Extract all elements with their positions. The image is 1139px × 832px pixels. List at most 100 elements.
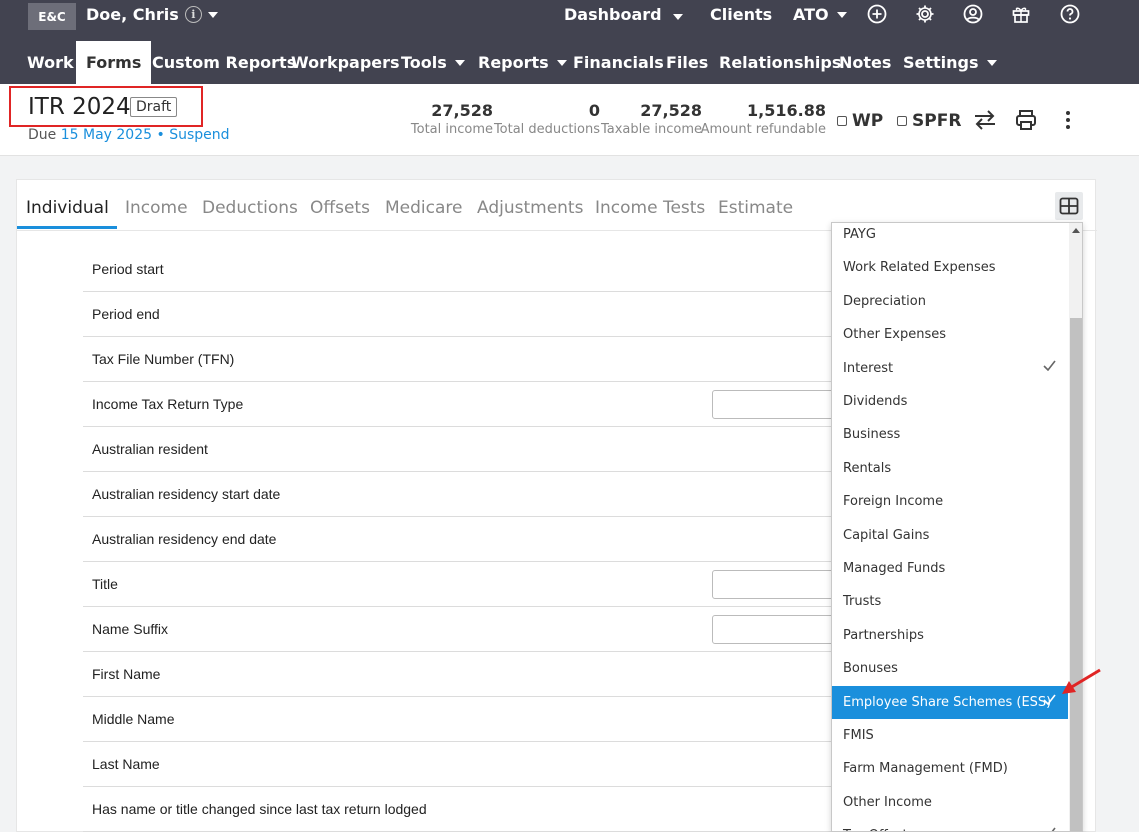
- tab-income[interactable]: Income: [125, 198, 188, 218]
- tab-medicare[interactable]: Medicare: [385, 198, 462, 218]
- gift-icon[interactable]: [1010, 3, 1032, 25]
- swap-icon[interactable]: [972, 107, 998, 133]
- wp-checkbox[interactable]: WP: [837, 111, 883, 131]
- chevron-down-icon: [207, 11, 218, 18]
- gear-icon[interactable]: [914, 3, 936, 25]
- checkbox-box[interactable]: [897, 116, 907, 126]
- stat-label: Taxable income: [600, 122, 702, 137]
- dropdown-item[interactable]: Tax Offsets: [832, 819, 1068, 831]
- row-label: Name Suffix: [92, 621, 168, 637]
- dropdown-item-label: Work Related Expenses: [843, 260, 996, 276]
- spfr-checkbox[interactable]: SPFR: [897, 111, 961, 131]
- check-icon: [1043, 360, 1056, 375]
- dropdown-scrollbar[interactable]: [1069, 223, 1082, 831]
- form-row: Tax File Number (TFN): [83, 337, 863, 382]
- tab-deductions[interactable]: Deductions: [202, 198, 298, 218]
- nav-forms[interactable]: Forms: [76, 41, 152, 84]
- help-icon[interactable]: [1059, 3, 1081, 25]
- nav-settings[interactable]: Settings: [893, 41, 1007, 84]
- dropdown-item[interactable]: Other Expenses: [832, 318, 1068, 351]
- more-options-icon[interactable]: [1055, 107, 1081, 133]
- user-icon[interactable]: [962, 3, 984, 25]
- dashboard-menu-caret[interactable]: [673, 14, 683, 20]
- dropdown-item[interactable]: PAYG: [832, 223, 1068, 251]
- dropdown-item[interactable]: Work Related Expenses: [832, 251, 1068, 284]
- row-label: Has name or title changed since last tax…: [92, 801, 427, 817]
- due-date-link[interactable]: 15 May 2025: [61, 127, 152, 143]
- tab-offsets[interactable]: Offsets: [310, 198, 370, 218]
- tab-individual[interactable]: Individual: [26, 198, 109, 218]
- dashboard-label: Dashboard: [564, 5, 662, 24]
- nav-reports[interactable]: Reports: [468, 41, 577, 84]
- dropdown-item[interactable]: FMIS: [832, 719, 1068, 752]
- ato-menu[interactable]: ATO: [793, 5, 847, 24]
- nav-tools[interactable]: Tools: [391, 41, 475, 84]
- suspend-link[interactable]: Suspend: [169, 127, 229, 143]
- checkbox-box[interactable]: [837, 116, 847, 126]
- spfr-label: SPFR: [912, 111, 962, 131]
- scroll-thumb[interactable]: [1070, 318, 1082, 831]
- dropdown-item-label: FMIS: [843, 728, 874, 743]
- tab-adjustments[interactable]: Adjustments: [477, 198, 583, 218]
- wp-label: WP: [852, 111, 884, 131]
- dropdown-item[interactable]: Other Income: [832, 786, 1068, 819]
- dropdown-item[interactable]: Managed Funds: [832, 552, 1068, 585]
- dropdown-item[interactable]: Trusts: [832, 585, 1068, 618]
- print-icon[interactable]: [1013, 107, 1039, 133]
- dropdown-item-label: Bonuses: [843, 661, 898, 677]
- dropdown-item[interactable]: Dividends: [832, 385, 1068, 418]
- stat-label: Total income: [410, 122, 493, 137]
- active-tab-indicator: [17, 226, 117, 229]
- app-logo[interactable]: E&C: [28, 3, 76, 30]
- dropdown-item-label: Farm Management (FMD): [843, 761, 1008, 777]
- chevron-down-icon: [673, 14, 683, 20]
- dropdown-item-label: Dividends: [843, 394, 908, 409]
- dropdown-item-label: Tax Offsets: [843, 828, 914, 831]
- nav-custom-reports-label: Custom Reports: [152, 53, 297, 72]
- dropdown-item-label: Partnerships: [843, 627, 924, 643]
- form-row: Name Suffix: [83, 607, 863, 652]
- row-label: Period end: [92, 306, 160, 322]
- row-label: Australian residency start date: [92, 486, 281, 502]
- dropdown-item[interactable]: Bonuses: [832, 652, 1068, 685]
- stat-label: Amount refundable: [700, 122, 826, 137]
- grid-icon[interactable]: [1055, 192, 1083, 220]
- stat-value: 27,528: [431, 101, 493, 120]
- dropdown-item-label: Other Expenses: [843, 327, 946, 343]
- dropdown-item[interactable]: Business: [832, 418, 1068, 451]
- dashboard-link[interactable]: Dashboard: [564, 5, 662, 24]
- nav-workpapers-label: Workpapers: [291, 53, 400, 72]
- client-selector[interactable]: Doe, Chris i: [86, 5, 218, 24]
- nav-tools-label: Tools: [401, 53, 447, 72]
- form-row: Income Tax Return Type: [83, 382, 863, 427]
- nav-work[interactable]: Work: [17, 41, 84, 84]
- form-row: Australian residency end date: [83, 517, 863, 562]
- return-title: ITR 2024: [28, 94, 131, 120]
- dropdown-item-label: Trusts: [843, 594, 882, 610]
- section-picker-dropdown[interactable]: PAYG Work Related Expenses Depreciation Oth…: [831, 222, 1083, 832]
- nav-notes[interactable]: Notes: [829, 41, 901, 84]
- dropdown-item[interactable]: Farm Management (FMD): [832, 752, 1068, 785]
- dropdown-item[interactable]: Rentals: [832, 452, 1068, 485]
- stat-value: 27,528: [640, 101, 702, 120]
- dropdown-item-label: Employee Share Schemes (ESS): [843, 694, 1052, 710]
- info-icon[interactable]: i: [184, 6, 202, 23]
- clients-link[interactable]: Clients: [710, 5, 772, 24]
- due-separator: •: [156, 127, 165, 143]
- dropdown-item[interactable]: Foreign Income: [832, 485, 1068, 518]
- add-icon[interactable]: [866, 3, 888, 25]
- tab-estimate[interactable]: Estimate: [718, 198, 793, 218]
- dropdown-item[interactable]: Capital Gains: [832, 519, 1068, 552]
- row-label: Middle Name: [92, 711, 175, 727]
- form-row: Middle Name: [83, 697, 863, 742]
- dropdown-item-label: Foreign Income: [843, 494, 944, 510]
- row-label: Australian resident: [92, 441, 208, 457]
- scroll-up-arrow[interactable]: [1072, 228, 1080, 233]
- dropdown-item[interactable]: Interest: [832, 352, 1068, 385]
- nav-financials-label: Financials: [573, 53, 664, 72]
- dropdown-item[interactable]: Employee Share Schemes (ESS): [832, 685, 1068, 719]
- tab-income-tests[interactable]: Income Tests: [595, 198, 705, 218]
- dropdown-item[interactable]: Partnerships: [832, 619, 1068, 652]
- dropdown-item[interactable]: Depreciation: [832, 285, 1068, 318]
- check-icon: [1043, 827, 1056, 831]
